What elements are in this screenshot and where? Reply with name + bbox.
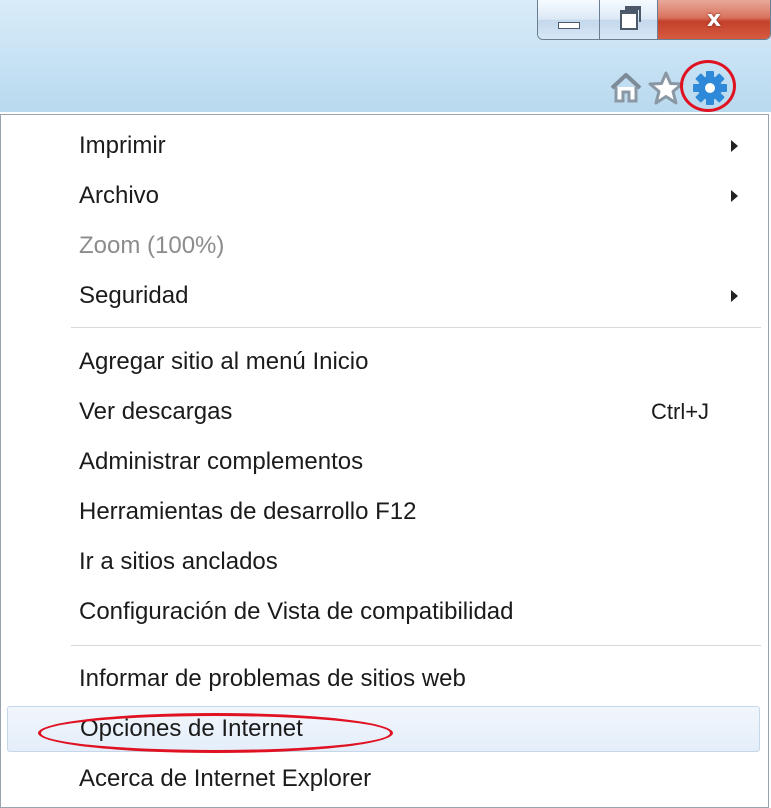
menu-item-zoom: Zoom (100%)	[1, 223, 768, 269]
menu-item-seguridad[interactable]: Seguridad	[1, 273, 768, 319]
menu-item-label: Archivo	[79, 182, 160, 209]
menu-separator	[71, 645, 761, 646]
submenu-arrow-icon	[731, 190, 738, 202]
menu-item-administrar-complementos[interactable]: Administrar complementos	[1, 439, 768, 485]
home-icon	[610, 73, 642, 103]
submenu-arrow-icon	[731, 290, 738, 302]
menu-item-shortcut: Ctrl+J	[651, 399, 710, 424]
menu-item-label: Acerca de Internet Explorer	[79, 765, 372, 792]
menu-item-opciones-internet[interactable]: Opciones de Internet	[7, 706, 760, 753]
menu-item-label: Ver descargas	[79, 398, 233, 425]
opciones-annotation-ellipse	[38, 713, 393, 753]
menu-item-label: Administrar complementos	[79, 448, 364, 475]
minimize-icon	[557, 22, 580, 29]
close-button[interactable]: x	[658, 0, 770, 39]
menu-item-vista-compatibilidad[interactable]: Configuración de Vista de compatibilidad	[1, 589, 768, 635]
menu-item-archivo[interactable]: Archivo	[1, 173, 768, 219]
menu-item-ver-descargas[interactable]: Ver descargas Ctrl+J	[1, 389, 768, 435]
restore-button[interactable]	[600, 0, 658, 39]
menu-item-label: Ir a sitios anclados	[79, 548, 278, 575]
gear-icon	[693, 71, 727, 105]
menu-item-label: Configuración de Vista de compatibilidad	[79, 598, 514, 625]
menu-item-label: Agregar sitio al menú Inicio	[79, 348, 369, 375]
menu-item-label: Informar de problemas de sitios web	[79, 665, 466, 692]
command-toolbar	[606, 60, 736, 112]
menu-item-agregar-sitio[interactable]: Agregar sitio al menú Inicio	[1, 339, 768, 385]
menu-item-label: Herramientas de desarrollo F12	[79, 498, 417, 525]
menu-separator	[71, 327, 761, 328]
menu-item-imprimir[interactable]: Imprimir	[1, 123, 768, 169]
window-caption-buttons: x	[537, 0, 771, 40]
menu-item-informar-problemas[interactable]: Informar de problemas de sitios web	[1, 656, 768, 702]
menu-item-herramientas-desarrollo[interactable]: Herramientas de desarrollo F12	[1, 489, 768, 535]
favorites-star-icon	[648, 71, 684, 105]
tools-button[interactable]	[680, 60, 736, 112]
menu-item-acerca-de[interactable]: Acerca de Internet Explorer	[1, 756, 768, 802]
menu-item-label: Imprimir	[79, 132, 166, 159]
tools-menu: Imprimir Archivo Zoom (100%) Seguridad A…	[0, 114, 769, 808]
submenu-arrow-icon	[731, 140, 738, 152]
minimize-button[interactable]	[538, 0, 600, 39]
close-icon: x	[706, 7, 722, 32]
home-button[interactable]	[606, 68, 646, 108]
restore-icon	[619, 5, 641, 30]
menu-item-label: Seguridad	[79, 282, 189, 309]
menu-item-label: Zoom (100%)	[79, 232, 225, 259]
menu-item-sitios-anclados[interactable]: Ir a sitios anclados	[1, 539, 768, 585]
